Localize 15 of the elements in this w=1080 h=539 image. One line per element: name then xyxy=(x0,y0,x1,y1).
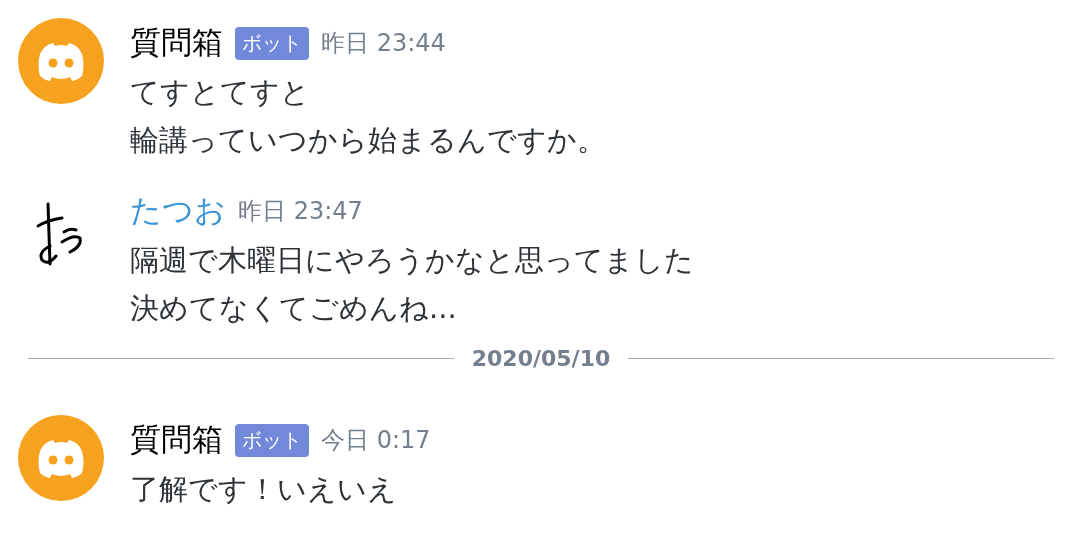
bot-avatar-icon xyxy=(18,18,104,104)
bot-tag: ボット xyxy=(235,423,309,457)
date-divider-label: 2020/05/10 xyxy=(471,346,611,371)
author-name[interactable]: 質問箱 xyxy=(130,22,223,64)
message-text: てすとてすと xyxy=(130,74,311,111)
bot-tag: ボット xyxy=(235,26,309,60)
timestamp: 今日 0:17 xyxy=(321,425,431,456)
message-text: 決めてなくてごめんね... xyxy=(130,290,458,327)
bot-avatar-icon xyxy=(18,415,104,501)
timestamp: 昨日 23:47 xyxy=(238,196,363,227)
author-name[interactable]: 質問箱 xyxy=(130,419,223,461)
message-text: 了解です！いえいえ xyxy=(130,471,398,508)
timestamp: 昨日 23:44 xyxy=(321,28,446,59)
message-text: 隔週で木曜日にやろうかなと思ってました xyxy=(130,242,694,279)
message-text: 輪講っていつから始まるんですか。 xyxy=(130,122,606,159)
